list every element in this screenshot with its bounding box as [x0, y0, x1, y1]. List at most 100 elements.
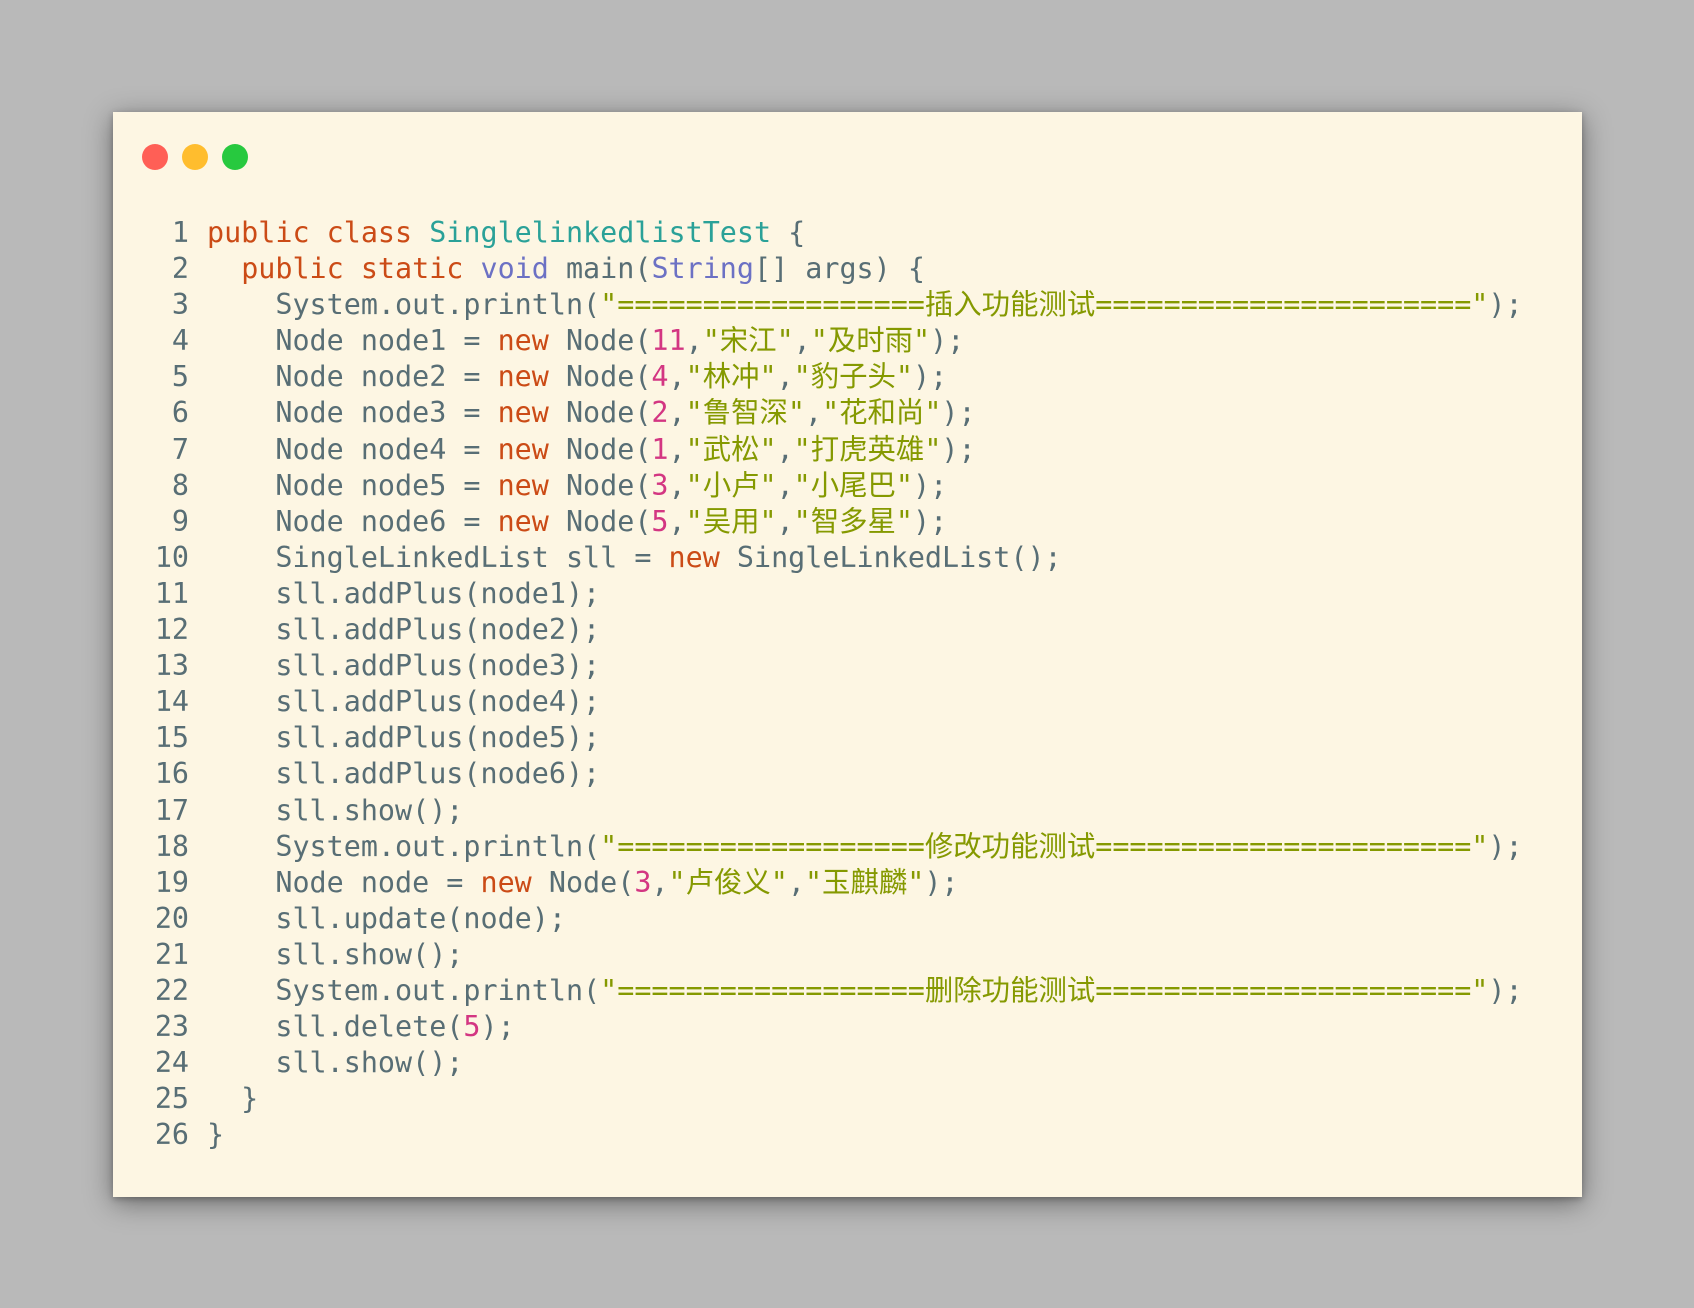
code-number: 2	[651, 396, 669, 430]
line-number: 16	[154, 757, 189, 791]
window-controls	[142, 144, 248, 170]
code-string: "小卢"	[685, 468, 777, 502]
code-text: );	[1488, 829, 1523, 863]
line-number: 3	[171, 288, 189, 322]
code-type: String	[651, 252, 754, 286]
code-number: 3	[651, 468, 669, 502]
line-number: 2	[171, 252, 189, 286]
code-keyword: new	[497, 504, 549, 538]
close-button[interactable]	[142, 144, 168, 170]
code-text: sll.show();	[207, 793, 464, 827]
code-text: sll.addPlus(node6);	[207, 757, 601, 791]
code-string: "豹子头"	[793, 360, 914, 394]
code-line: 18 System.out.println("=================…	[113, 829, 1582, 865]
line-number: 22	[154, 973, 189, 1007]
code-keyword: public	[241, 252, 344, 286]
code-text: ,	[668, 360, 686, 394]
code-line: 16 sll.addPlus(node6);	[113, 756, 1582, 792]
line-number: 23	[154, 1010, 189, 1044]
code-text: ,	[793, 324, 811, 358]
code-number: 3	[634, 865, 652, 899]
code-text: SingleLinkedList();	[719, 540, 1062, 574]
code-line: 12 sll.addPlus(node2);	[113, 612, 1582, 648]
code-text: );	[1488, 973, 1523, 1007]
code-text: ,	[668, 468, 686, 502]
code-line: 1 public class SinglelinkedlistTest {	[113, 215, 1582, 251]
code-text: Node node =	[207, 865, 481, 899]
line-number: 15	[154, 721, 189, 755]
code-keyword: new	[668, 540, 720, 574]
code-text: Node node3 =	[207, 396, 498, 430]
code-string: "玉麒麟"	[804, 865, 925, 899]
line-number: 1	[171, 216, 189, 249]
code-string: "卢俊义"	[668, 865, 788, 899]
code-line: 20 sll.update(node);	[113, 901, 1582, 937]
line-content: System.out.println("==================删除…	[207, 973, 1582, 1009]
code-keyword: new	[497, 468, 549, 502]
code-text: ,	[668, 396, 686, 430]
code-text: Node node1 =	[207, 324, 498, 358]
line-number: 24	[154, 1046, 189, 1080]
code-text: sll.delete(	[207, 1010, 464, 1044]
code-keyword: new	[497, 396, 549, 430]
code-text: ,	[685, 324, 703, 358]
line-content: sll.addPlus(node3);	[207, 648, 1582, 684]
code-string: "花和尚"	[822, 396, 942, 430]
code-text: Node(	[531, 865, 635, 899]
code-line: 13 sll.addPlus(node3);	[113, 648, 1582, 684]
code-text: sll.show();	[207, 1046, 464, 1080]
line-content: public static void main(String[] args) {	[207, 251, 1582, 287]
code-text: sll.addPlus(node5);	[207, 721, 601, 755]
minimize-button[interactable]	[182, 144, 208, 170]
line-content: }	[207, 1117, 1582, 1153]
code-text: main(	[548, 252, 652, 286]
code-text: ,	[776, 360, 794, 394]
code-string: "吴用"	[685, 504, 777, 538]
maximize-button[interactable]	[222, 144, 248, 170]
code-text: System.out.println(	[207, 829, 601, 863]
code-number: 5	[651, 504, 669, 538]
code-line: 3 System.out.println("==================…	[113, 287, 1582, 323]
code-string: "==================删除功能测试===============…	[600, 973, 1489, 1007]
code-keyword: new	[480, 865, 532, 899]
line-number: 26	[154, 1118, 189, 1152]
line-number: 18	[154, 829, 189, 863]
code-text: Node node2 =	[207, 360, 498, 394]
line-content: Node node5 = new Node(3,"小卢","小尾巴");	[207, 468, 1582, 504]
code-line: 21 sll.show();	[113, 937, 1582, 973]
line-number: 8	[171, 468, 189, 502]
code-number: 4	[651, 360, 669, 394]
code-text: sll.show();	[207, 937, 464, 971]
line-content: sll.addPlus(node6);	[207, 756, 1582, 792]
code-text: ,	[804, 396, 823, 430]
code-string: "林冲"	[685, 360, 777, 394]
code-line: 23 sll.delete(5);	[113, 1009, 1582, 1045]
code-text: }	[207, 1082, 259, 1116]
line-content: }	[207, 1081, 1582, 1117]
code-text: [] args) {	[754, 252, 925, 286]
code-text: );	[924, 865, 959, 899]
code-text: System.out.println(	[207, 288, 601, 322]
code-keyword: class	[326, 216, 413, 249]
line-content: sll.show();	[207, 937, 1582, 973]
code-line: 10 SingleLinkedList sll = new SingleLink…	[113, 540, 1582, 576]
code-text: Node node5 =	[207, 468, 498, 502]
code-keyword: new	[497, 432, 549, 466]
code-text: Node node6 =	[207, 504, 498, 538]
line-number: 10	[154, 540, 189, 574]
code-line: 7 Node node4 = new Node(1,"武松","打虎英雄");	[113, 432, 1582, 468]
code-text: sll.addPlus(node3);	[207, 649, 601, 683]
code-keyword: public	[207, 216, 310, 249]
code-string: "及时雨"	[810, 324, 931, 358]
code-line: 8 Node node5 = new Node(3,"小卢","小尾巴");	[113, 468, 1582, 504]
line-number: 19	[154, 865, 189, 899]
code-string: "智多星"	[793, 504, 914, 538]
code-text: ,	[787, 865, 805, 899]
line-content: Node node6 = new Node(5,"吴用","智多星");	[207, 504, 1582, 540]
code-text: ,	[651, 865, 669, 899]
line-number: 14	[154, 685, 189, 719]
line-content: Node node1 = new Node(11,"宋江","及时雨");	[207, 323, 1582, 359]
line-content: sll.addPlus(node1);	[207, 576, 1582, 612]
